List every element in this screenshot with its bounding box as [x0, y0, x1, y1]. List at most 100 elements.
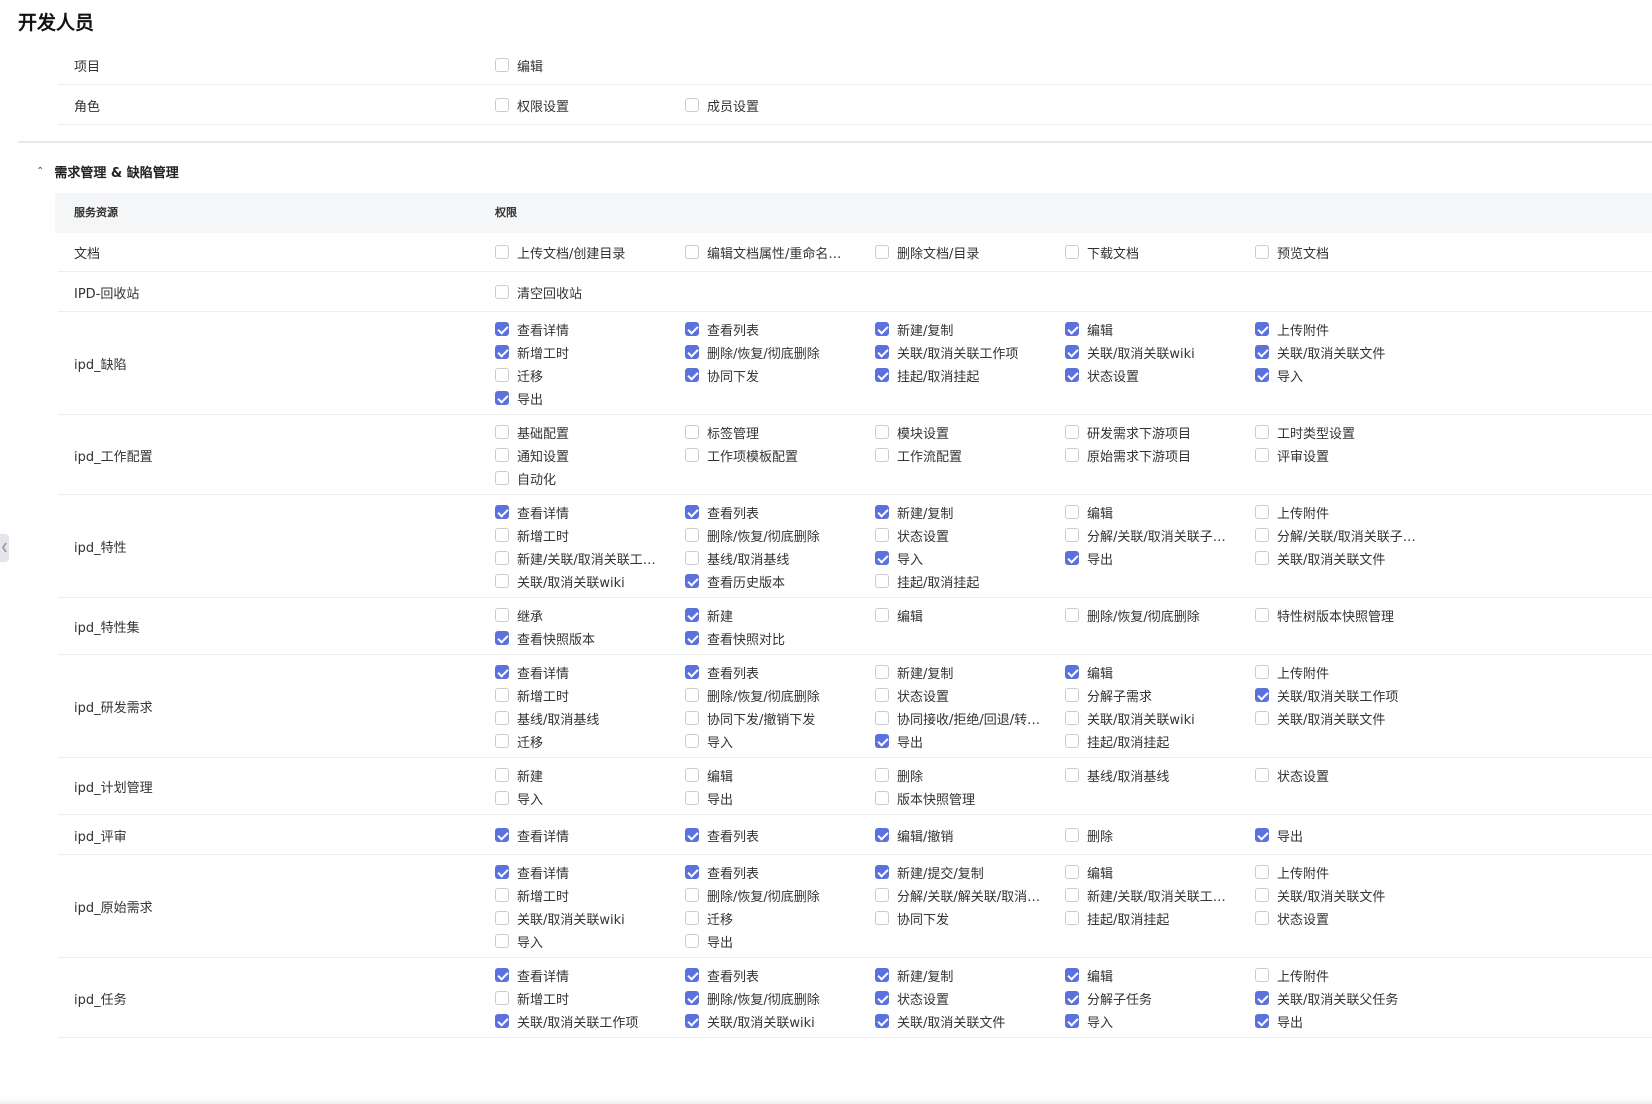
checkbox-empty-icon[interactable] [875, 888, 889, 902]
checkbox-empty-icon[interactable] [1065, 911, 1079, 925]
checkbox-checked-icon[interactable] [875, 865, 889, 879]
permission-checkbox[interactable]: 查看历史版本 [685, 570, 785, 592]
permission-checkbox[interactable]: 迁移 [495, 730, 543, 752]
permission-checkbox[interactable]: 预览文档 [1255, 241, 1329, 263]
permission-checkbox[interactable]: 关联/取消关联文件 [1255, 884, 1385, 906]
permission-checkbox[interactable]: 关联/取消关联工作项 [1255, 684, 1398, 706]
checkbox-checked-icon[interactable] [875, 322, 889, 336]
checkbox-checked-icon[interactable] [495, 828, 509, 842]
permission-checkbox[interactable]: 删除/恢复/彻底删除 [685, 684, 820, 706]
checkbox-empty-icon[interactable] [1065, 828, 1079, 842]
section-toggle[interactable]: ⌃ 需求管理 & 缺陷管理 [36, 160, 179, 182]
checkbox-checked-icon[interactable] [1065, 968, 1079, 982]
checkbox-checked-icon[interactable] [685, 1014, 699, 1028]
permission-checkbox[interactable]: 关联/取消关联工作项 [495, 1010, 638, 1032]
checkbox-checked-icon[interactable] [495, 1014, 509, 1028]
permission-checkbox[interactable]: 新建/关联/取消关联工… [495, 547, 656, 569]
checkbox-empty-icon[interactable] [875, 608, 889, 622]
permission-checkbox[interactable]: 原始需求下游项目 [1065, 444, 1191, 466]
checkbox-empty-icon[interactable] [1065, 865, 1079, 879]
checkbox-empty-icon[interactable] [1065, 245, 1079, 259]
checkbox-checked-icon[interactable] [685, 865, 699, 879]
checkbox-empty-icon[interactable] [875, 574, 889, 588]
permission-checkbox[interactable]: 工作流配置 [875, 444, 962, 466]
checkbox-empty-icon[interactable] [495, 245, 509, 259]
permission-checkbox[interactable]: 状态设置 [1065, 364, 1139, 386]
permission-checkbox[interactable]: 关联/取消关联文件 [1255, 341, 1385, 363]
checkbox-empty-icon[interactable] [685, 911, 699, 925]
permission-checkbox[interactable]: 新建/提交/复制 [875, 861, 984, 883]
permission-checkbox[interactable]: 导入 [1255, 364, 1303, 386]
checkbox-checked-icon[interactable] [1255, 828, 1269, 842]
permission-checkbox[interactable]: 状态设置 [875, 684, 949, 706]
permission-checkbox[interactable]: 删除 [875, 764, 923, 786]
checkbox-empty-icon[interactable] [875, 768, 889, 782]
permission-checkbox[interactable]: 上传附件 [1255, 501, 1329, 523]
checkbox-empty-icon[interactable] [875, 425, 889, 439]
permission-checkbox[interactable]: 新增工时 [495, 884, 569, 906]
checkbox-checked-icon[interactable] [1255, 345, 1269, 359]
checkbox-checked-icon[interactable] [875, 828, 889, 842]
checkbox-empty-icon[interactable] [1255, 245, 1269, 259]
checkbox-empty-icon[interactable] [1065, 734, 1079, 748]
permission-checkbox[interactable]: 查看列表 [685, 824, 759, 846]
checkbox-checked-icon[interactable] [685, 322, 699, 336]
checkbox-checked-icon[interactable] [1065, 665, 1079, 679]
permission-checkbox[interactable]: 基线/取消基线 [685, 547, 789, 569]
permission-checkbox[interactable]: 评审设置 [1255, 444, 1329, 466]
permission-checkbox[interactable]: 编辑 [1065, 964, 1113, 986]
permission-checkbox[interactable]: 基线/取消基线 [495, 707, 599, 729]
permission-checkbox[interactable]: 查看详情 [495, 318, 569, 340]
permission-checkbox[interactable]: 编辑 [1065, 318, 1113, 340]
permission-checkbox[interactable]: 工时类型设置 [1255, 421, 1355, 443]
permission-checkbox[interactable]: 状态设置 [875, 524, 949, 546]
checkbox-empty-icon[interactable] [1255, 551, 1269, 565]
permission-checkbox[interactable]: 协同接收/拒绝/回退/转… [875, 707, 1040, 729]
permission-checkbox[interactable]: 新建/复制 [875, 661, 953, 683]
permission-checkbox[interactable]: 查看列表 [685, 501, 759, 523]
permission-checkbox[interactable]: 关联/取消关联wiki [685, 1010, 815, 1032]
permission-checkbox[interactable]: 分解子任务 [1065, 987, 1152, 1009]
permission-checkbox[interactable]: 新增工时 [495, 684, 569, 706]
permission-checkbox[interactable]: 新建/复制 [875, 964, 953, 986]
permission-checkbox[interactable]: 查看详情 [495, 964, 569, 986]
checkbox-empty-icon[interactable] [495, 768, 509, 782]
checkbox-checked-icon[interactable] [875, 991, 889, 1005]
checkbox-checked-icon[interactable] [875, 551, 889, 565]
checkbox-checked-icon[interactable] [685, 991, 699, 1005]
permission-checkbox[interactable]: 分解/关联/解关联/取消… [875, 884, 1040, 906]
checkbox-empty-icon[interactable] [495, 711, 509, 725]
permission-checkbox[interactable]: 协同下发 [875, 907, 949, 929]
checkbox-empty-icon[interactable] [495, 934, 509, 948]
checkbox-checked-icon[interactable] [495, 631, 509, 645]
checkbox-empty-icon[interactable] [875, 245, 889, 259]
checkbox-empty-icon[interactable] [685, 934, 699, 948]
permission-checkbox[interactable]: 迁移 [495, 364, 543, 386]
permission-checkbox[interactable]: 新建/关联/取消关联工… [1065, 884, 1226, 906]
permission-checkbox[interactable]: 新增工时 [495, 524, 569, 546]
permission-checkbox[interactable]: 导出 [685, 930, 733, 952]
permission-checkbox[interactable]: 导出 [685, 787, 733, 809]
permission-checkbox[interactable]: 通知设置 [495, 444, 569, 466]
checkbox-checked-icon[interactable] [685, 968, 699, 982]
checkbox-empty-icon[interactable] [1065, 688, 1079, 702]
permission-checkbox[interactable]: 协同下发 [685, 364, 759, 386]
checkbox-checked-icon[interactable] [685, 505, 699, 519]
checkbox-empty-icon[interactable] [1065, 711, 1079, 725]
checkbox-empty-icon[interactable] [1255, 608, 1269, 622]
permission-checkbox[interactable]: 关联/取消关联wiki [1065, 707, 1195, 729]
checkbox-empty-icon[interactable] [1065, 888, 1079, 902]
checkbox-empty-icon[interactable] [495, 425, 509, 439]
checkbox-empty-icon[interactable] [1255, 448, 1269, 462]
permission-checkbox[interactable]: 工作项模板配置 [685, 444, 798, 466]
permission-checkbox[interactable]: 编辑文档属性/重命名… [685, 241, 841, 263]
permission-checkbox[interactable]: 删除/恢复/彻底删除 [685, 341, 820, 363]
checkbox-checked-icon[interactable] [1065, 345, 1079, 359]
permission-checkbox[interactable]: 新建 [685, 604, 733, 626]
permission-checkbox[interactable]: 查看详情 [495, 861, 569, 883]
checkbox-checked-icon[interactable] [685, 368, 699, 382]
checkbox-checked-icon[interactable] [1255, 991, 1269, 1005]
permission-checkbox[interactable]: 查看列表 [685, 861, 759, 883]
checkbox-empty-icon[interactable] [495, 608, 509, 622]
permission-checkbox[interactable]: 编辑 [495, 54, 543, 76]
